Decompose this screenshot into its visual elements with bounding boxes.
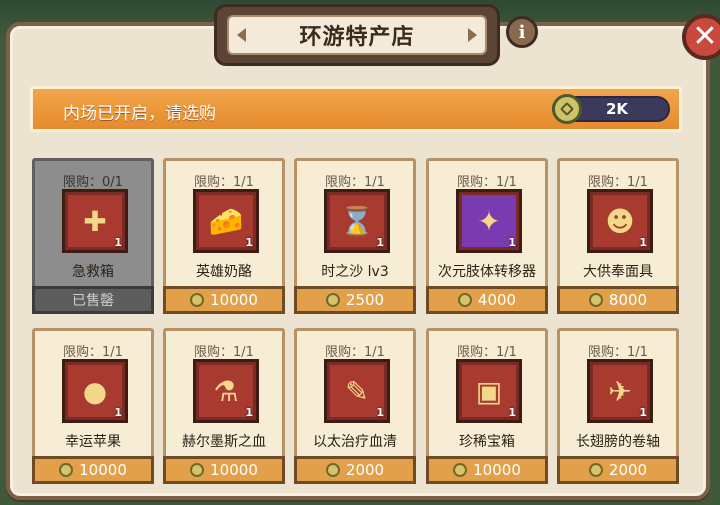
item-price: 10000 [473, 461, 521, 479]
item-icon-frame: ✈ 1 [587, 359, 653, 423]
purchase-limit: 限购：1/1 [588, 175, 648, 190]
title-inner: 环游特产店 [227, 15, 487, 55]
item-glyph: ✦ [477, 205, 501, 238]
item-icon-frame: ▣ 1 [456, 359, 522, 423]
buy-price-button[interactable]: 10000 [32, 456, 154, 484]
item-price: 2500 [345, 291, 385, 309]
shop-item-card[interactable]: 限购：1/1 ⌛ 1 时之沙 lv3 2500 [294, 158, 416, 314]
item-icon-frame: 🧀 1 [193, 189, 259, 253]
item-name: 幸运苹果 [65, 434, 121, 450]
item-price: 10000 [210, 461, 258, 479]
buy-price-button[interactable]: 10000 [163, 456, 285, 484]
item-icon-frame: ● 1 [62, 359, 128, 423]
info-button[interactable]: i [506, 16, 538, 48]
item-name: 赫尔墨斯之血 [182, 434, 266, 450]
item-name: 长翅膀的卷轴 [576, 434, 660, 450]
shop-item-card[interactable]: 限购：1/1 ● 1 幸运苹果 10000 [32, 328, 154, 484]
item-glyph: ⚗ [213, 375, 239, 408]
coin-icon [59, 463, 74, 477]
item-price: 8000 [608, 291, 648, 309]
item-icon-frame: ⚗ 1 [193, 359, 259, 423]
banner-message: 内场已开启，请选购 [63, 104, 216, 124]
currency-amount: 2K [605, 100, 628, 118]
item-name: 次元肢体转移器 [438, 264, 536, 280]
close-button[interactable]: ✕ [682, 14, 720, 60]
close-icon: ✕ [692, 19, 718, 54]
purchase-limit: 限购：1/1 [457, 345, 517, 360]
item-name: 以太治疗血清 [313, 434, 397, 450]
title-plate: 环游特产店 [214, 4, 500, 66]
purchase-limit: 限购：1/1 [194, 345, 254, 360]
purchase-limit: 限购：1/1 [588, 345, 648, 360]
item-quantity: 1 [245, 406, 253, 419]
item-glyph: 🧀 [208, 205, 244, 238]
ornament-left-icon [237, 28, 246, 42]
item-name: 时之沙 lv3 [321, 264, 389, 280]
purchase-limit: 限购：1/1 [325, 175, 385, 190]
coin-icon [453, 463, 468, 477]
item-quantity: 1 [114, 406, 122, 419]
shop-item-card[interactable]: 限购：1/1 ☻ 1 大供奉面具 8000 [557, 158, 679, 314]
coin-icon [190, 293, 205, 307]
item-name: 急救箱 [72, 264, 114, 280]
item-glyph: ✎ [345, 375, 369, 408]
item-icon-frame: ✦ 1 [456, 189, 522, 253]
coin-icon [325, 293, 340, 307]
item-price: 4000 [477, 291, 517, 309]
ornament-right-icon [468, 28, 477, 42]
item-glyph: ▣ [475, 375, 503, 408]
coin-icon [552, 94, 582, 124]
coin-icon [588, 463, 603, 477]
item-name: 英雄奶酪 [196, 264, 252, 280]
item-glyph: ⌛ [339, 205, 375, 238]
item-price: 2000 [608, 461, 648, 479]
buy-price-button[interactable]: 4000 [426, 286, 548, 314]
item-quantity: 1 [508, 406, 516, 419]
purchase-limit: 限购：1/1 [457, 175, 517, 190]
purchase-limit: 限购：1/1 [194, 175, 254, 190]
shop-item-card[interactable]: 限购：1/1 ✈ 1 长翅膀的卷轴 2000 [557, 328, 679, 484]
item-price: 10000 [210, 291, 258, 309]
buy-price-button[interactable]: 2000 [294, 456, 416, 484]
buy-price-button[interactable]: 2500 [294, 286, 416, 314]
sold-out-label: 已售罄 [32, 286, 154, 314]
shop-item-card[interactable]: 限购：0/1 ✚ 1 急救箱 已售罄 [32, 158, 154, 314]
coin-icon [190, 463, 205, 477]
item-icon-frame: ⌛ 1 [324, 189, 390, 253]
purchase-limit: 限购：1/1 [325, 345, 385, 360]
coin-icon [325, 463, 340, 477]
item-glyph: ☻ [605, 205, 635, 238]
item-icon-frame: ☻ 1 [587, 189, 653, 253]
item-price: 10000 [79, 461, 127, 479]
item-icon-frame: ✚ 1 [62, 189, 128, 253]
purchase-limit: 限购：1/1 [63, 345, 123, 360]
shop-item-card[interactable]: 限购：1/1 ✦ 1 次元肢体转移器 4000 [426, 158, 548, 314]
item-name: 大供奉面具 [583, 264, 653, 280]
shop-item-card[interactable]: 限购：1/1 🧀 1 英雄奶酪 10000 [163, 158, 285, 314]
shop-item-card[interactable]: 限购：1/1 ⚗ 1 赫尔墨斯之血 10000 [163, 328, 285, 484]
coin-icon [457, 293, 472, 307]
item-glyph: ● [82, 375, 108, 408]
item-glyph: ✚ [83, 205, 107, 238]
item-quantity: 1 [639, 236, 647, 249]
item-quantity: 1 [114, 236, 122, 249]
buy-price-button[interactable]: 10000 [426, 456, 548, 484]
item-quantity: 1 [508, 236, 516, 249]
buy-price-button[interactable]: 10000 [163, 286, 285, 314]
item-name: 珍稀宝箱 [459, 434, 515, 450]
item-icon-frame: ✎ 1 [324, 359, 390, 423]
item-quantity: 1 [376, 406, 384, 419]
coin-icon [588, 293, 603, 307]
purchase-limit: 限购：0/1 [63, 175, 123, 190]
shop-item-card[interactable]: 限购：1/1 ✎ 1 以太治疗血清 2000 [294, 328, 416, 484]
item-quantity: 1 [639, 406, 647, 419]
item-quantity: 1 [376, 236, 384, 249]
item-glyph: ✈ [608, 375, 632, 408]
shop-item-card[interactable]: 限购：1/1 ▣ 1 珍稀宝箱 10000 [426, 328, 548, 484]
item-quantity: 1 [245, 236, 253, 249]
item-price: 2000 [345, 461, 385, 479]
buy-price-button[interactable]: 2000 [557, 456, 679, 484]
buy-price-button[interactable]: 8000 [557, 286, 679, 314]
shop-title: 环游特产店 [299, 25, 415, 50]
